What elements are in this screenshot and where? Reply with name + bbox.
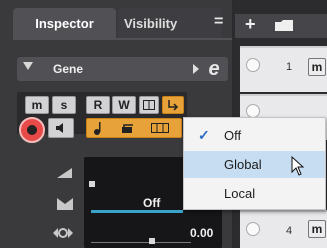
checkmark-icon: ✓	[198, 127, 210, 143]
record-button[interactable]	[19, 117, 45, 143]
pan-icon	[57, 198, 73, 213]
mouse-cursor-icon	[291, 156, 305, 176]
folder-icon[interactable]	[274, 18, 294, 32]
track-header[interactable]: Gene e	[17, 57, 228, 81]
write-automation-button[interactable]: W	[112, 96, 136, 114]
delay-icon	[52, 226, 74, 243]
delay-slider-track[interactable]	[91, 242, 191, 243]
arrow-right-icon	[168, 100, 179, 111]
read-automation-button[interactable]: R	[86, 96, 110, 114]
track-mute-button[interactable]: m	[308, 220, 326, 238]
volume-icon	[57, 167, 73, 182]
panel-menu-icon[interactable]: =	[214, 13, 223, 31]
menu-item-label: Global	[224, 157, 262, 172]
track-name: Gene	[53, 62, 84, 76]
collapse-arrow-icon[interactable]	[23, 62, 33, 70]
solo-button[interactable]: s	[52, 96, 76, 114]
tab-visibility[interactable]: Visibility	[118, 8, 222, 38]
menu-item-local[interactable]: Local	[184, 180, 325, 207]
tab-inspector-label: Inspector	[35, 15, 94, 31]
grid-icon	[143, 100, 155, 110]
edit-in-place-button[interactable]	[139, 96, 159, 114]
tab-inspector[interactable]: Inspector	[13, 8, 116, 38]
divider	[13, 38, 232, 40]
track-knob[interactable]	[246, 58, 260, 72]
timebase-toggle[interactable]	[86, 118, 182, 138]
volume-marker[interactable]	[89, 181, 95, 187]
track-row[interactable]: 1 m	[240, 46, 327, 92]
track-knob[interactable]	[246, 104, 260, 118]
tab-visibility-label: Visibility	[124, 15, 178, 31]
delay-marker[interactable]	[149, 238, 155, 244]
note-icon	[94, 122, 101, 135]
monitor-button[interactable]	[48, 118, 74, 138]
edit-instrument-button[interactable]: e	[203, 58, 225, 80]
mute-button[interactable]: m	[25, 96, 49, 114]
menu-item-label: Off	[224, 128, 242, 143]
lanes-icon	[151, 123, 169, 133]
track-row[interactable]: 4 m	[240, 210, 327, 248]
pan-bar[interactable]	[91, 210, 183, 213]
track-number: 1	[286, 61, 293, 73]
speaker-icon	[56, 123, 63, 133]
add-track-button[interactable]: +	[245, 14, 256, 35]
menu-item-label: Local	[224, 186, 256, 201]
delay-value[interactable]: 0.00	[190, 226, 213, 240]
transpose-button[interactable]	[162, 96, 184, 114]
lock-icon	[122, 124, 133, 133]
menu-item-off[interactable]: ✓ Off	[184, 122, 325, 149]
expand-right-icon[interactable]	[193, 64, 199, 74]
track-mute-button[interactable]: m	[308, 58, 326, 76]
track-knob[interactable]	[246, 222, 260, 236]
pan-value[interactable]: Off	[143, 196, 160, 210]
track-number: 4	[286, 225, 293, 237]
